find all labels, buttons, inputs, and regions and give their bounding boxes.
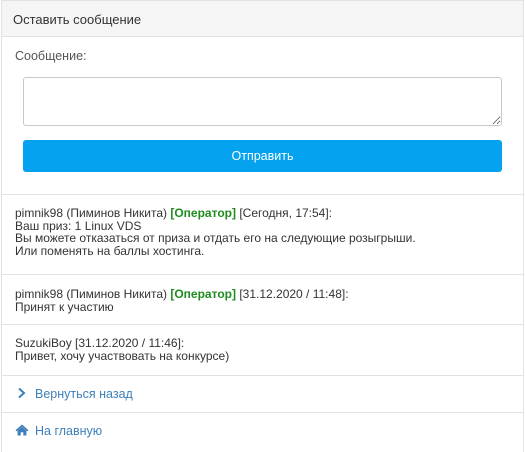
chevron-right-icon <box>18 387 26 399</box>
message-author: SuzukiBoy <box>15 336 72 350</box>
back-link-label: Вернуться назад <box>35 387 133 401</box>
message-author: pimnik98 (Пиминов Никита) <box>15 287 167 301</box>
textarea-wrapper <box>23 77 502 126</box>
nav-home: На главную <box>2 413 523 450</box>
back-link[interactable]: Вернуться назад <box>15 387 133 401</box>
message-time: [Сегодня, 17:54]: <box>239 206 333 220</box>
operator-badge: [Оператор] <box>170 206 236 220</box>
message-form: Сообщение: Отправить <box>2 37 523 195</box>
message-line: Или поменять на баллы хостинга. <box>15 243 205 258</box>
message-item: pimnik98 (Пиминов Никита) [Оператор] [31… <box>2 275 523 325</box>
message-time: [31.12.2020 / 11:48]: <box>239 287 349 301</box>
message-textarea[interactable] <box>23 77 502 126</box>
message-item: pimnik98 (Пиминов Никита) [Оператор] [Се… <box>2 195 523 275</box>
panel-title: Оставить сообщение <box>13 12 142 27</box>
message-item: SuzukiBoy [31.12.2020 / 11:46]: Привет, … <box>2 325 523 376</box>
panel-header: Оставить сообщение <box>2 0 523 37</box>
message-author: pimnik98 (Пиминов Никита) <box>15 206 167 220</box>
message-line: Привет, хочу участвовать на конкурсе) <box>15 348 230 363</box>
operator-badge: [Оператор] <box>170 287 236 301</box>
nav-back: Вернуться назад <box>2 376 523 413</box>
message-line: Вы можете отказаться от приза и отдать е… <box>15 231 416 245</box>
send-button[interactable]: Отправить <box>23 140 502 172</box>
message-label: Сообщение: <box>15 49 87 63</box>
message-panel: Оставить сообщение Сообщение: Отправить … <box>1 0 524 452</box>
home-link-label: На главную <box>35 424 103 438</box>
message-time: [31.12.2020 / 11:46]: <box>75 336 185 350</box>
message-line: Принят к участию <box>15 299 114 314</box>
home-icon <box>15 424 29 436</box>
home-link[interactable]: На главную <box>15 424 102 438</box>
